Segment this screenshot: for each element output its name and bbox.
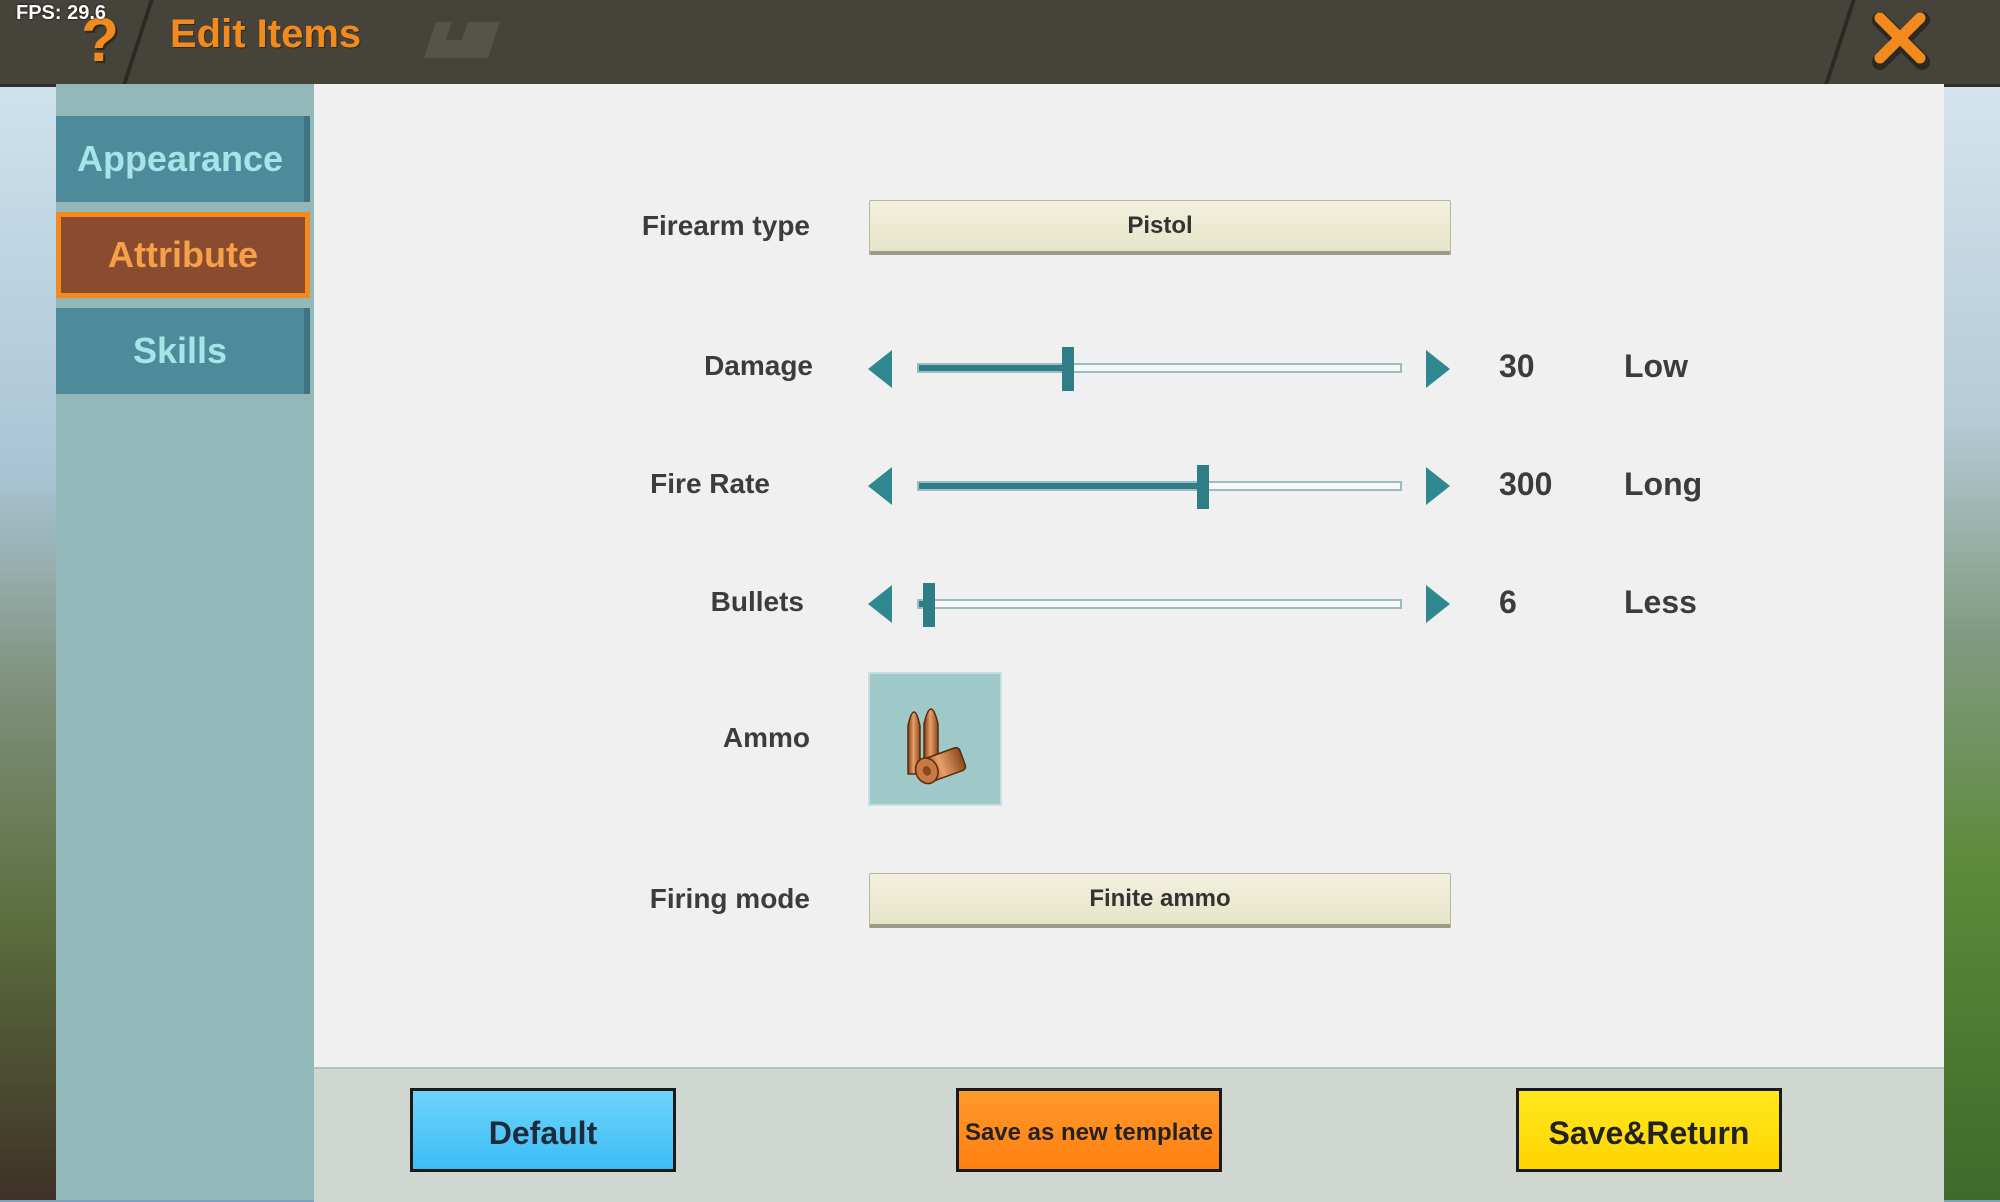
fps-counter: FPS: 29.6 <box>16 2 107 24</box>
background-scenery-right <box>1944 84 2000 1200</box>
fire-rate-slider[interactable] <box>917 465 1402 509</box>
tab-appearance[interactable]: Appearance <box>56 116 310 202</box>
firearm-type-label: Firearm type <box>641 210 810 241</box>
damage-label: Damage <box>704 350 813 381</box>
bullets-icon <box>907 708 967 785</box>
divider <box>1824 0 1856 84</box>
ammo-label: Ammo <box>722 722 810 753</box>
fire-rate-slider-fill <box>919 483 1203 489</box>
damage-slider[interactable] <box>917 347 1402 391</box>
damage-slider-thumb[interactable] <box>1062 347 1075 391</box>
close-x-icon <box>1872 12 1930 70</box>
default-button[interactable]: Default <box>410 1088 676 1172</box>
firing-mode-label: Firing mode <box>649 883 810 914</box>
tab-attribute[interactable]: Attribute <box>56 212 310 298</box>
fire-rate-label: Fire Rate <box>650 468 770 499</box>
damage-decrease-arrow-icon[interactable] <box>868 350 892 388</box>
fire-rate-value: 300 <box>1499 466 1553 502</box>
bullets-slider[interactable] <box>917 583 1402 627</box>
damage-level: Low <box>1624 348 1688 384</box>
bullets-increase-arrow-icon[interactable] <box>1426 585 1450 623</box>
firearm-type-dropdown[interactable]: Pistol <box>869 200 1451 255</box>
fire-rate-decrease-arrow-icon[interactable] <box>868 467 892 505</box>
tab-skills[interactable]: Skills <box>56 308 310 394</box>
close-button[interactable] <box>1866 6 1936 76</box>
bullets-value: 6 <box>1499 584 1517 620</box>
save-and-return-button[interactable]: Save&Return <box>1516 1088 1782 1172</box>
decorative-stripe <box>424 22 500 58</box>
top-bar: ? Edit Items <box>0 0 2000 87</box>
damage-slider-fill <box>919 365 1069 371</box>
damage-increase-arrow-icon[interactable] <box>1426 350 1450 388</box>
bullets-decrease-arrow-icon[interactable] <box>868 585 892 623</box>
fire-rate-increase-arrow-icon[interactable] <box>1426 467 1450 505</box>
sidebar: Appearance Attribute Skills <box>56 84 314 1200</box>
bullets-level: Less <box>1624 584 1697 620</box>
ammo-slot[interactable] <box>868 672 1002 806</box>
page-title: Edit Items <box>170 12 362 56</box>
save-as-template-button[interactable]: Save as new template <box>956 1088 1222 1172</box>
fire-rate-slider-thumb[interactable] <box>1196 465 1209 509</box>
damage-value: 30 <box>1499 348 1535 384</box>
bullets-label: Bullets <box>710 586 804 617</box>
bullets-slider-thumb[interactable] <box>922 583 935 627</box>
background-scenery-left <box>0 84 56 1200</box>
firing-mode-dropdown[interactable]: Finite ammo <box>869 873 1451 928</box>
fire-rate-level: Long <box>1624 466 1703 502</box>
